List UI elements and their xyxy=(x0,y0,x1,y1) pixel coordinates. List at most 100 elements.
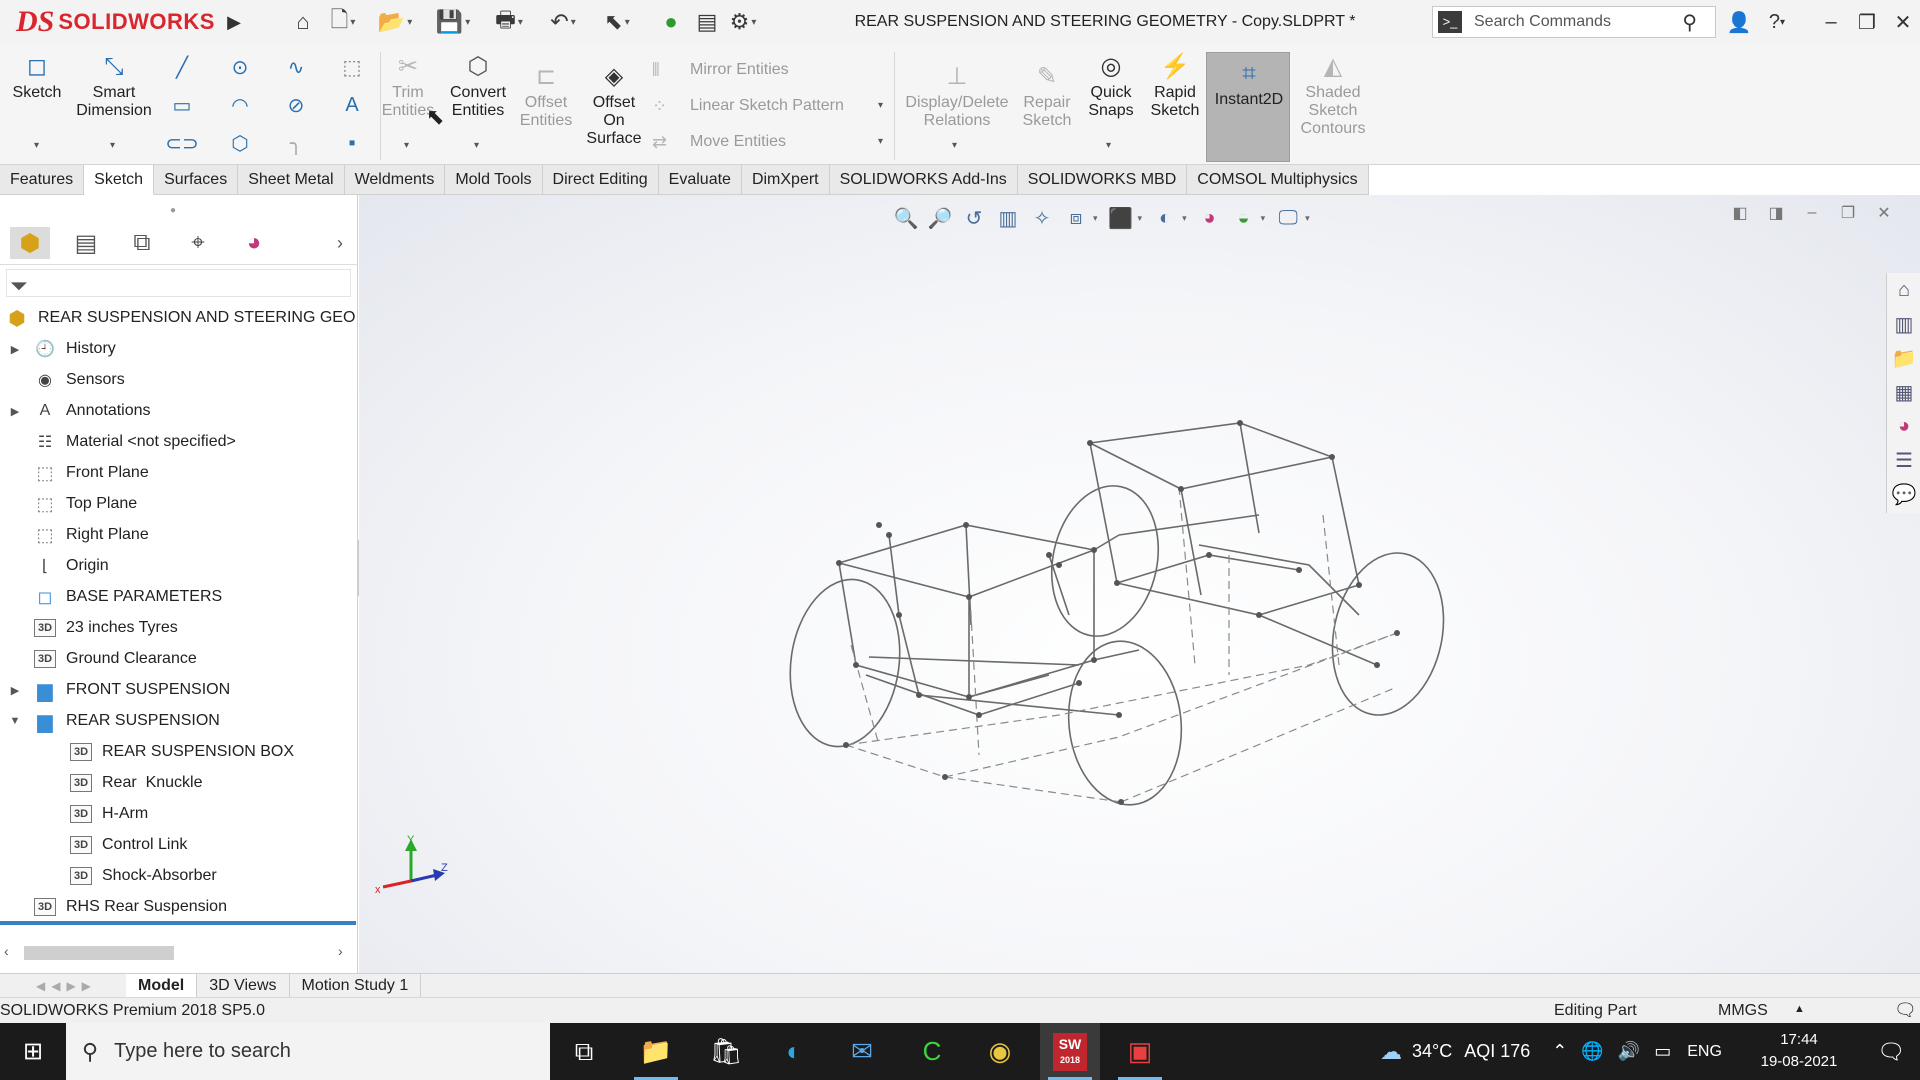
weather-icon[interactable]: ☁ xyxy=(1380,1039,1402,1065)
tree-filter-box[interactable] xyxy=(6,269,351,297)
new-document-icon[interactable]: 🗋 ▾ xyxy=(326,7,360,36)
open-folder-icon[interactable]: 📂 ▾ xyxy=(378,8,412,36)
tab-mold-tools[interactable]: Mold Tools xyxy=(445,165,543,195)
tab-sheet-metal[interactable]: Sheet Metal xyxy=(238,165,345,195)
scrollbar-thumb[interactable] xyxy=(24,946,174,960)
tab-surfaces[interactable]: Surfaces xyxy=(154,165,239,195)
undo-icon[interactable]: ↶ ▾ xyxy=(546,8,580,36)
tree-item-rhs-rear-suspension[interactable]: 3D RHS Rear Suspension xyxy=(8,892,227,922)
tab-features[interactable]: Features xyxy=(0,165,85,195)
trim-dropdown-arrow-icon[interactable]: ▾ xyxy=(404,140,409,151)
windows-start-icon[interactable]: ⊞ xyxy=(0,1023,66,1080)
tree-item-history[interactable]: ▶ 🕘 History xyxy=(8,334,116,364)
taskbar-search-box[interactable]: ⚲ Type here to search xyxy=(66,1023,550,1080)
rebuild-status-icon[interactable]: 🗨 xyxy=(1894,1000,1917,1021)
custom-properties-icon[interactable]: ☰ xyxy=(1887,443,1920,477)
tree-item-right-plane[interactable]: ⬚ Right Plane xyxy=(8,520,148,550)
linear-pattern-dropdown-arrow-icon[interactable]: ▾ xyxy=(878,100,883,111)
tree-item-control-link[interactable]: 3D Control Link xyxy=(40,830,187,860)
tree-item-rear-suspension[interactable]: ▼ ▆ REAR SUSPENSION xyxy=(8,706,220,736)
expand-arrow-icon[interactable]: ▶ xyxy=(8,405,22,418)
instant2d-button[interactable]: ⌗ Instant2D xyxy=(1206,52,1290,162)
filter-icon[interactable]: ⏷ xyxy=(10,273,28,299)
expand-arrow-icon[interactable]: ▶ xyxy=(8,684,22,697)
file-explorer-icon[interactable]: 📁 xyxy=(1887,341,1920,375)
sketch-dropdown-arrow-icon[interactable]: ▾ xyxy=(34,140,39,151)
tab-scroll-arrows-icon[interactable]: ◀◀▶▶ xyxy=(0,974,126,998)
aqi-text[interactable]: AQI 176 xyxy=(1464,1041,1530,1062)
tree-item-shock-absorber[interactable]: 3D Shock-Absorber xyxy=(40,861,217,891)
tab-sketch[interactable]: Sketch xyxy=(84,165,155,195)
close-window-icon[interactable]: ✕ xyxy=(1886,8,1920,36)
arc-icon[interactable]: ◠ xyxy=(226,92,254,118)
display-delete-relations-button[interactable]: ⊥ Display/Delete Relations xyxy=(900,62,1014,130)
battery-icon[interactable]: ▭ xyxy=(1654,1041,1671,1062)
rectangle-icon[interactable]: ▭ xyxy=(168,92,196,118)
tree-root[interactable]: ⬢ REAR SUSPENSION AND STEERING GEOMETRY xyxy=(4,303,356,333)
minimize-window-icon[interactable]: – xyxy=(1814,8,1848,36)
select-cursor-icon[interactable]: ⬉ ▾ xyxy=(600,8,634,36)
tree-item-origin[interactable]: ⌊ Origin xyxy=(8,551,109,581)
sketch-button[interactable]: ◻ Sketch xyxy=(12,52,62,102)
dimxpert-manager-icon[interactable]: ⌖ xyxy=(178,227,218,259)
tree-item-sensors[interactable]: ◉ Sensors xyxy=(8,365,125,395)
units-arrow-icon[interactable]: ▲ xyxy=(1794,1003,1805,1015)
fillet-icon[interactable]: ╮ xyxy=(282,130,310,156)
search-commands-input[interactable]: Search Commands xyxy=(1474,13,1682,31)
polygon-icon[interactable]: ⬡ xyxy=(226,130,254,156)
line-icon[interactable]: ╱ xyxy=(168,54,196,80)
quick-snaps-button[interactable]: ◎ Quick Snaps xyxy=(1084,52,1138,120)
file-explorer-taskbar-icon[interactable]: 📁 xyxy=(626,1023,686,1080)
save-icon[interactable]: 💾 ▾ xyxy=(436,8,470,36)
tree-item-ground-clearance[interactable]: 3D Ground Clearance xyxy=(8,644,197,674)
feature-manager-tree-icon[interactable]: ⬢ xyxy=(10,227,50,259)
smart-dimension-button[interactable]: ⤡ Smart Dimension xyxy=(76,52,152,120)
shaded-sketch-contours-button[interactable]: ◭ Shaded Sketch Contours xyxy=(1298,52,1368,138)
file-properties-icon[interactable]: ▤ xyxy=(690,8,724,36)
tab-dimxpert[interactable]: DimXpert xyxy=(741,165,830,195)
unit-system-selector[interactable]: MMGS xyxy=(1718,1002,1768,1020)
tree-item-base-parameters[interactable]: ◻ BASE PARAMETERS xyxy=(8,582,223,612)
language-indicator[interactable]: ENG xyxy=(1687,1043,1722,1061)
camtasia-icon[interactable]: C xyxy=(902,1023,962,1080)
expand-arrow-icon[interactable]: ▶ xyxy=(8,343,22,356)
tab-weldments[interactable]: Weldments xyxy=(344,165,446,195)
offset-entities-button[interactable]: ⊏ Offset Entities xyxy=(518,62,574,130)
tree-item-front-suspension[interactable]: ▶ ▆ FRONT SUSPENSION xyxy=(8,675,230,705)
configuration-manager-icon[interactable]: ⧉ xyxy=(122,227,162,259)
graphics-viewport[interactable]: 🔍 🔎 ↺ ▥ ✧ ⧈ ▾ ⬛ ▾ ◐ ▾ ◕ ◒ ▾ 🖵 ▾ ◧ ◨ – ❐ ✕ xyxy=(359,195,1920,973)
panel-more-arrow-icon[interactable]: › xyxy=(320,227,360,259)
rollback-bar[interactable] xyxy=(0,921,356,925)
help-icon[interactable]: ? ▾ xyxy=(1760,8,1794,36)
relations-dropdown-arrow-icon[interactable]: ▾ xyxy=(952,140,957,151)
mirror-entities-button[interactable]: ⫴ Mirror Entities xyxy=(652,56,789,84)
convert-dropdown-arrow-icon[interactable]: ▾ xyxy=(474,140,479,151)
property-manager-icon[interactable]: ▤ xyxy=(66,227,106,259)
tree-item-rear-suspension-box[interactable]: 3D REAR SUSPENSION BOX xyxy=(40,737,294,767)
point-icon[interactable]: ▪ xyxy=(338,130,366,156)
solidworks-taskbar-icon[interactable]: SW 2018 xyxy=(1040,1023,1100,1080)
spline-icon[interactable]: ∿ xyxy=(282,54,310,80)
tree-item-23-inches-tyres[interactable]: 3D 23 inches Tyres xyxy=(8,613,178,643)
tab-solidworks-add-ins[interactable]: SOLIDWORKS Add-Ins xyxy=(829,165,1018,195)
options-gear-icon[interactable]: ⚙ ▾ xyxy=(726,8,760,36)
panel-grip-icon[interactable]: ● xyxy=(170,205,176,216)
tab-comsol-multiphysics[interactable]: COMSOL Multiphysics xyxy=(1187,165,1369,195)
home-icon[interactable]: ⌂ xyxy=(286,8,320,36)
restore-window-icon[interactable]: ❐ xyxy=(1850,8,1884,36)
text-icon[interactable]: A xyxy=(338,92,366,118)
chrome-icon[interactable]: ◉ xyxy=(970,1023,1030,1080)
tab-motion-study[interactable]: Motion Study 1 xyxy=(290,974,422,998)
tree-item-front-plane[interactable]: ⬚ Front Plane xyxy=(8,458,148,488)
tree-item-h-arm[interactable]: 3D H-Arm xyxy=(40,799,148,829)
recorder-icon[interactable]: ▣ xyxy=(1110,1023,1170,1080)
scroll-right-arrow-icon[interactable]: › xyxy=(338,943,343,959)
tree-item-rear-knuckle[interactable]: 3D Rear Knuckle xyxy=(40,768,203,798)
menu-expand-arrow-icon[interactable]: ▶ xyxy=(222,10,246,34)
volume-icon[interactable]: 🔊 xyxy=(1618,1041,1640,1062)
move-dropdown-arrow-icon[interactable]: ▾ xyxy=(878,136,883,147)
mail-icon[interactable]: ✉ xyxy=(832,1023,892,1080)
offset-on-surface-button[interactable]: ◈ Offset On Surface xyxy=(584,62,644,148)
smart-dimension-dropdown-arrow-icon[interactable]: ▾ xyxy=(110,140,115,151)
temperature-text[interactable]: 34°C xyxy=(1412,1041,1452,1062)
